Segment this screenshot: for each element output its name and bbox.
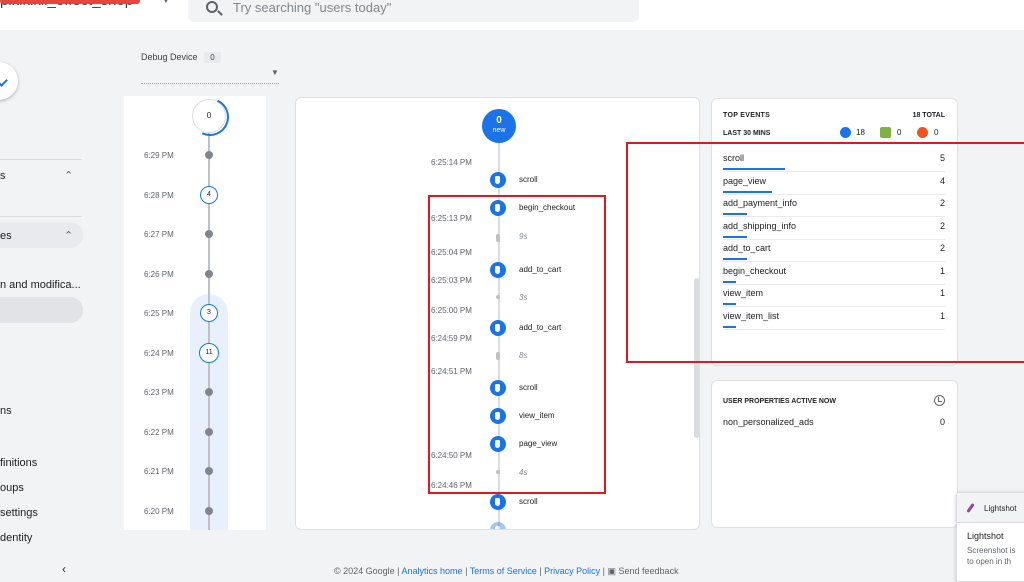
account-selector[interactable]: p̶i̶k̶l̶k̶l̶k̶l̶l̶_effect_shop ▼ (0, 0, 171, 12)
footer-copyright: © 2024 Google | (334, 566, 400, 576)
user-property-count: 0 (939, 417, 945, 427)
minute-label: 6:29 PM (144, 151, 174, 160)
event-type-counts: 18 0 0 (840, 127, 960, 141)
lightshot-line-1: Screenshot is (967, 546, 1016, 555)
conversion-flag-icon (880, 127, 891, 138)
nav-divider (0, 159, 82, 160)
lightshot-feather-icon (966, 503, 975, 513)
event-icon[interactable] (490, 172, 506, 188)
minute-dot[interactable] (205, 269, 213, 278)
lightshot-message: Screenshot is to open in th (967, 545, 1015, 567)
footer-link-privacy[interactable]: Privacy Policy (544, 566, 600, 576)
debug-device-count: 0 (204, 52, 221, 63)
event-icon[interactable] (490, 494, 506, 510)
left-nav: s ⌃ es ⌃ n and modifica... ns finitions … (0, 30, 124, 576)
minute-dot[interactable] (205, 151, 213, 159)
timeline-current-minute[interactable]: 0 (192, 99, 226, 133)
minute-count-bubble[interactable]: 4 (200, 185, 218, 204)
minute-count-bubble[interactable]: 11 (199, 342, 219, 363)
minute-label: 6:20 PM (144, 506, 174, 516)
search-icon (206, 1, 218, 13)
collapse-nav-icon[interactable]: ‹ (62, 562, 66, 576)
minute-dot[interactable] (205, 506, 213, 515)
redaction-scribble (0, 0, 140, 4)
nav-item-2[interactable]: n and modifica... (0, 279, 81, 291)
new-events-badge[interactable]: 0 new (482, 109, 516, 143)
dropdown-caret-icon[interactable]: ▼ (271, 68, 279, 77)
user-property-row[interactable]: non_personalized_ads 0 (723, 417, 945, 427)
nav-item-selected[interactable] (0, 297, 83, 323)
footer-feedback[interactable]: Send feedback (619, 566, 679, 576)
events-count: 18 (856, 128, 865, 137)
nav-item-5[interactable]: oups (0, 482, 24, 494)
debug-device-select[interactable] (141, 83, 279, 84)
minute-label: 6:24 PM (144, 348, 174, 358)
annotation-box-top-events (626, 142, 1024, 363)
top-events-subtitle: LAST 30 MINS (723, 130, 771, 137)
new-events-label: new (492, 127, 506, 134)
caret-down-icon: ▼ (161, 0, 171, 6)
footer-link-analytics-home[interactable]: Analytics home (402, 566, 463, 576)
user-properties-card: USER PROPERTIES ACTIVE NOW non_personali… (711, 380, 958, 528)
nav-item-6[interactable]: settings (0, 507, 38, 519)
minute-label: 6:23 PM (144, 388, 174, 397)
conversions-count: 0 (897, 128, 902, 137)
chevron-up-icon[interactable]: ⌃ (64, 229, 73, 242)
footer: © 2024 Google | Analytics home | Terms o… (334, 566, 679, 576)
nav-item-7[interactable]: dentity (0, 532, 32, 544)
nav-item-4[interactable]: finitions (0, 457, 37, 469)
event-time: 6:25:14 PM (431, 158, 472, 167)
nav-item-1[interactable]: es (0, 230, 12, 242)
search-input[interactable] (233, 0, 613, 16)
minute-label: 6:22 PM (144, 427, 174, 437)
lightshot-notification[interactable]: Lightshot Lightshot Screenshot is to ope… (956, 492, 1024, 582)
search-bar[interactable] (188, 0, 639, 22)
minute-label: 6:21 PM (144, 467, 174, 476)
feedback-icon: ▣ (607, 566, 616, 576)
user-properties-title: USER PROPERTIES ACTIVE NOW (723, 398, 836, 405)
top-events-total: 18 TOTAL (912, 112, 945, 119)
lightshot-header-title: Lightshot (984, 504, 1017, 513)
minute-dot[interactable] (205, 427, 213, 436)
footer-link-terms[interactable]: Terms of Service (470, 566, 537, 576)
minute-label: 6:27 PM (144, 230, 174, 239)
event-icon[interactable] (490, 522, 506, 529)
debug-device-label: Debug Device (141, 52, 198, 62)
user-property-name: non_personalized_ads (723, 417, 814, 427)
minute-dot[interactable] (205, 388, 213, 396)
event-name[interactable]: scroll (519, 497, 538, 506)
annotation-box-events (428, 195, 606, 494)
top-bar: p̶i̶k̶l̶k̶l̶k̶l̶l̶_effect_shop ▼ (0, 0, 1024, 30)
event-name[interactable]: scroll (519, 175, 538, 184)
minute-label: 6:28 PM (144, 190, 174, 200)
minute-dot[interactable] (205, 230, 213, 238)
minute-dot[interactable] (205, 467, 213, 475)
new-events-count: 0 (496, 115, 502, 126)
chevron-up-icon[interactable]: ⌃ (64, 169, 73, 182)
lightshot-title: Lightshot (967, 531, 1004, 541)
lightshot-header: Lightshot (957, 493, 1024, 523)
event-touch-icon (840, 127, 851, 138)
history-icon[interactable] (934, 395, 945, 406)
error-icon (917, 127, 928, 138)
lightshot-line-2: to open in th (967, 557, 1012, 566)
nav-divider (0, 216, 82, 217)
minute-label: 6:26 PM (144, 269, 174, 279)
minute-count-bubble[interactable]: 3 (200, 304, 218, 322)
minute-label: 6:25 PM (144, 309, 174, 318)
nav-item-0[interactable]: s (0, 170, 6, 182)
top-events-title: TOP EVENTS (723, 112, 771, 119)
nav-item-3[interactable]: ns (0, 405, 12, 417)
errors-count: 0 (934, 128, 939, 137)
nav-toggle-button[interactable] (0, 62, 18, 100)
